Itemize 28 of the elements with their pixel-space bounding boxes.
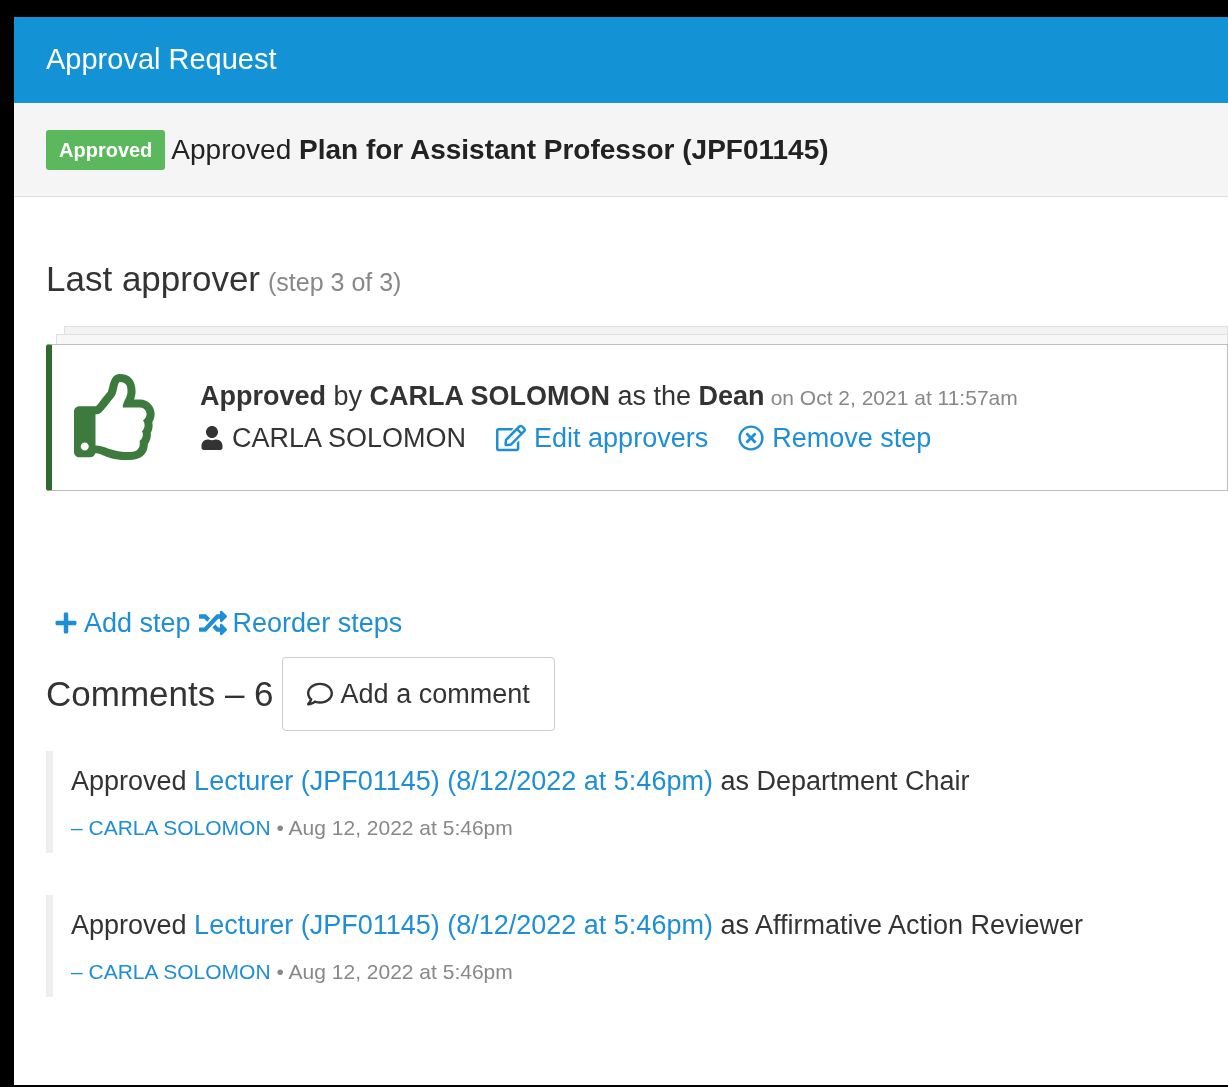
person-icon xyxy=(200,426,224,451)
section-heading: Last approver xyxy=(46,258,261,300)
speech-bubble-icon xyxy=(306,681,333,707)
comment-link[interactable]: Lecturer (JPF01145) (8/12/2022 at 5:46pm) xyxy=(194,910,713,940)
comment-link[interactable]: Lecturer (JPF01145) (8/12/2022 at 5:46pm) xyxy=(194,766,713,796)
edit-icon xyxy=(496,423,527,454)
comment-time: • Aug 12, 2022 at 5:46pm xyxy=(276,958,513,985)
comment-text: Approved Lecturer (JPF01145) (8/12/2022 at 5:46pm) as Affirmative Action Reviewer xyxy=(71,909,1085,942)
status-text: Approved Plan for Assistant Professor (JPF01145) xyxy=(171,132,829,167)
add-comment-button[interactable]: Add a comment xyxy=(281,657,555,731)
approval-date: on Oct 2, 2021 at 11:57am xyxy=(770,384,1018,411)
approval-sentence: Approved by CARLA SOLOMON as the Dean xyxy=(200,379,765,413)
add-step-link[interactable]: Add step xyxy=(54,602,191,643)
step-count: (step 3 of 3) xyxy=(268,267,402,298)
comment-text: Approved Lecturer (JPF01145) (8/12/2022 at 5:46pm) as Department Chair xyxy=(71,765,971,798)
author-link[interactable]: – CARLA SOLOMON xyxy=(71,811,271,843)
edit-approvers-link[interactable]: Edit approvers xyxy=(496,418,709,459)
plus-icon xyxy=(54,610,78,635)
close-icon xyxy=(738,425,765,452)
comment-time: • Aug 12, 2022 at 5:46pm xyxy=(276,814,513,841)
approver-name: CARLA SOLOMON xyxy=(232,422,467,455)
author-link[interactable]: – CARLA SOLOMON xyxy=(71,955,271,987)
status-badge: Approved xyxy=(46,129,166,170)
remove-step-link[interactable]: Remove step xyxy=(738,418,932,459)
reorder-steps-link[interactable]: Reorder steps xyxy=(198,602,403,643)
comments-heading: Comments – 6 xyxy=(46,672,274,715)
window-title: Approval Request xyxy=(46,42,277,78)
shuffle-icon xyxy=(198,608,227,637)
